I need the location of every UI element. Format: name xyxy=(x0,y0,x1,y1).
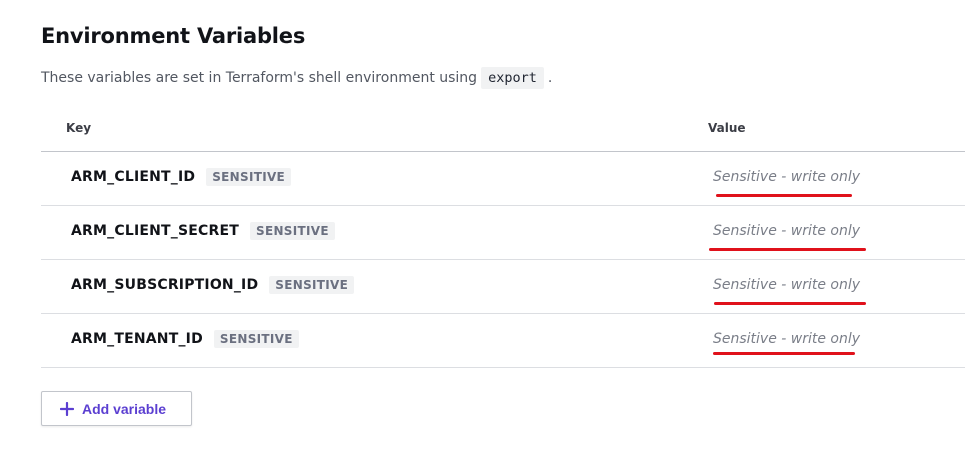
section-title: Environment Variables xyxy=(41,24,306,48)
variable-key: ARM_TENANT_ID SENSITIVE xyxy=(71,330,299,348)
variable-key-name: ARM_CLIENT_ID xyxy=(71,169,196,185)
table-row[interactable]: ARM_CLIENT_SECRET SENSITIVE Sensitive - … xyxy=(41,206,965,260)
description-text: These variables are set in Terraform's s… xyxy=(41,70,478,86)
variables-table: Key Value ARM_CLIENT_ID SENSITIVE Sensit… xyxy=(41,110,965,368)
annotation-underline xyxy=(709,248,866,251)
column-header-value: Value xyxy=(708,121,746,135)
annotation-underline xyxy=(713,352,855,355)
variable-value: Sensitive - write only xyxy=(713,277,861,293)
table-row[interactable]: ARM_CLIENT_ID SENSITIVE Sensitive - writ… xyxy=(41,152,965,206)
variable-value: Sensitive - write only xyxy=(713,223,861,239)
sensitive-badge: SENSITIVE xyxy=(250,222,335,240)
export-code: export xyxy=(481,67,544,89)
variable-key-name: ARM_CLIENT_SECRET xyxy=(71,223,239,239)
table-row[interactable]: ARM_SUBSCRIPTION_ID SENSITIVE Sensitive … xyxy=(41,260,965,314)
column-header-key: Key xyxy=(66,121,92,135)
sensitive-badge: SENSITIVE xyxy=(269,276,355,294)
section-description: These variables are set in Terraform's s… xyxy=(41,66,552,90)
table-header: Key Value xyxy=(41,110,965,152)
sensitive-badge: SENSITIVE xyxy=(213,330,299,348)
sensitive-badge: SENSITIVE xyxy=(206,168,292,186)
variable-key-name: ARM_TENANT_ID xyxy=(71,331,203,347)
description-period: . xyxy=(547,70,553,86)
variable-value: Sensitive - write only xyxy=(713,331,861,347)
variable-key: ARM_SUBSCRIPTION_ID SENSITIVE xyxy=(71,276,355,294)
add-variable-label: Add variable xyxy=(82,400,167,417)
table-row[interactable]: ARM_TENANT_ID SENSITIVE Sensitive - writ… xyxy=(41,314,965,368)
variable-key: ARM_CLIENT_SECRET SENSITIVE xyxy=(71,222,335,240)
variable-key: ARM_CLIENT_ID SENSITIVE xyxy=(71,168,292,186)
annotation-underline xyxy=(714,302,866,305)
variable-value: Sensitive - write only xyxy=(713,169,861,185)
annotation-underline xyxy=(716,194,852,197)
variable-key-name: ARM_SUBSCRIPTION_ID xyxy=(71,277,259,293)
plus-icon xyxy=(60,401,74,416)
add-variable-button[interactable]: Add variable xyxy=(41,391,192,426)
